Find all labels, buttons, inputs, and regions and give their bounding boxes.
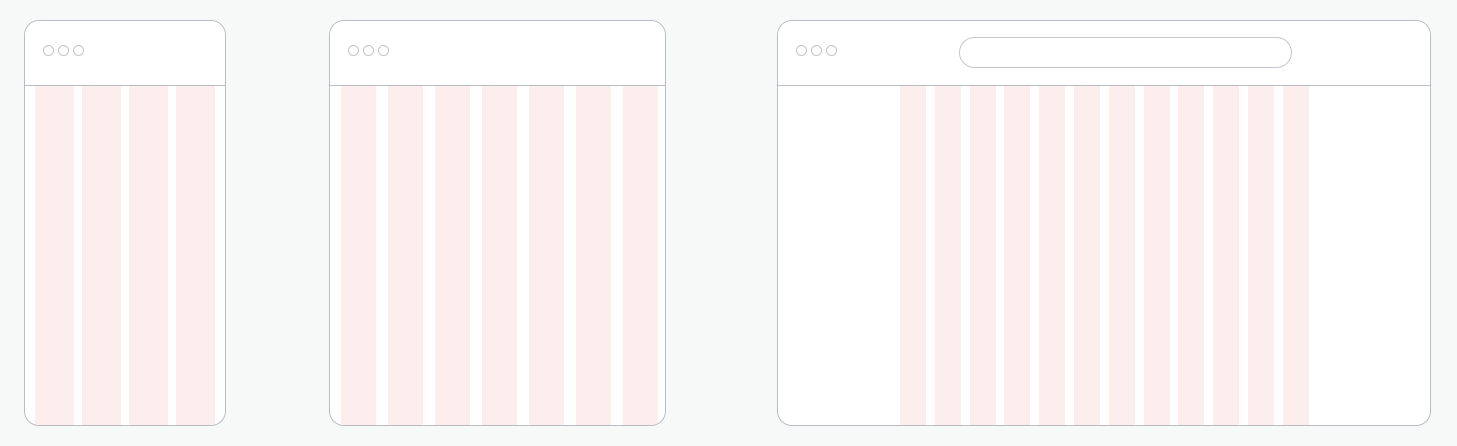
grid-column <box>1074 86 1100 425</box>
grid-column <box>129 86 168 425</box>
tablet-grid <box>330 86 665 425</box>
grid-column <box>82 86 121 425</box>
grid-column <box>1213 86 1240 425</box>
desktop-grid <box>778 86 1430 425</box>
grid-column <box>1004 86 1031 425</box>
grid-column <box>1282 86 1309 425</box>
tablet-frame <box>329 20 666 426</box>
grid-column <box>969 86 996 425</box>
grid-column <box>388 86 423 425</box>
window-control-dot-icon <box>796 45 807 56</box>
window-controls <box>796 45 837 59</box>
mobile-grid <box>25 86 225 425</box>
grid-column <box>435 86 470 425</box>
grid-column <box>341 86 376 425</box>
window-control-dot-icon <box>811 45 822 56</box>
grid-column <box>1178 86 1205 425</box>
desktop-frame <box>777 20 1431 426</box>
window-controls <box>348 45 389 59</box>
grid-column <box>900 86 926 425</box>
grid-column <box>1039 86 1066 425</box>
grid-column <box>529 86 564 425</box>
grid-column <box>576 86 611 425</box>
grid-column <box>482 86 517 425</box>
window-control-dot-icon <box>348 45 359 56</box>
mobile-titlebar <box>25 21 225 86</box>
window-control-dot-icon <box>43 45 54 56</box>
grid-column <box>1248 86 1274 425</box>
grid-column <box>35 86 74 425</box>
grid-column <box>934 86 961 425</box>
window-control-dot-icon <box>73 45 84 56</box>
grid-column <box>1143 86 1170 425</box>
mobile-frame <box>24 20 226 426</box>
grid-column <box>1108 86 1135 425</box>
window-control-dot-icon <box>363 45 374 56</box>
window-controls <box>43 45 84 59</box>
window-control-dot-icon <box>378 45 389 56</box>
tablet-titlebar <box>330 21 665 86</box>
window-control-dot-icon <box>826 45 837 56</box>
grid-column <box>176 86 215 425</box>
grid-column <box>623 86 658 425</box>
window-control-dot-icon <box>58 45 69 56</box>
address-bar[interactable] <box>959 37 1292 68</box>
desktop-titlebar <box>778 21 1430 86</box>
